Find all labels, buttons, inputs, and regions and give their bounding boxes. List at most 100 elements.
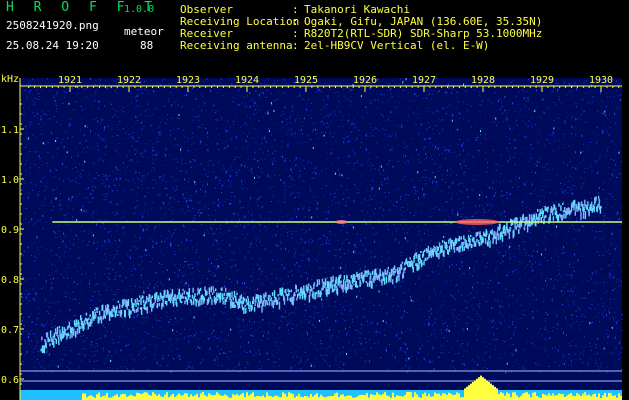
noise-speck: [43, 287, 44, 288]
noise-speck: [497, 369, 499, 371]
noise-speck: [415, 124, 417, 126]
noise-speck: [598, 368, 599, 370]
noise-speck: [364, 338, 366, 339]
noise-speck: [41, 110, 43, 112]
noise-speck: [67, 285, 69, 287]
noise-speck: [135, 171, 137, 174]
noise-speck: [407, 239, 409, 241]
noise-speck: [92, 186, 94, 188]
noise-speck: [320, 354, 322, 356]
noise-speck: [62, 322, 64, 324]
noise-speck: [298, 346, 300, 348]
noise-speck: [149, 312, 151, 314]
noise-speck: [163, 341, 165, 343]
noise-speck: [262, 282, 264, 284]
noise-speck: [420, 284, 422, 286]
noise-speck: [595, 346, 597, 348]
noise-speck: [204, 105, 206, 106]
noise-speck: [255, 142, 257, 144]
noise-speck: [584, 167, 586, 169]
noise-speck: [200, 188, 202, 190]
noise-speck: [143, 290, 144, 292]
noise-speck: [619, 351, 621, 353]
noise-speck: [597, 337, 599, 340]
noise-speck: [314, 167, 316, 169]
noise-speck: [233, 159, 235, 161]
noise-speck: [505, 371, 507, 374]
noise-speck: [291, 134, 293, 135]
noise-speck: [218, 148, 220, 150]
noise-speck: [344, 309, 346, 311]
noise-speck: [599, 321, 601, 323]
noise-speck: [92, 189, 94, 191]
noise-speck: [214, 187, 216, 189]
noise-speck: [310, 102, 312, 104]
noise-speck: [120, 200, 122, 202]
noise-speck: [94, 100, 96, 102]
noise-speck: [95, 133, 97, 135]
noise-speck: [487, 262, 489, 264]
noise-speck: [349, 162, 351, 164]
noise-speck: [516, 198, 518, 200]
noise-speck: [617, 211, 619, 214]
noise-speck: [487, 286, 489, 288]
noise-speck: [114, 279, 116, 280]
noise-speck: [300, 115, 302, 117]
noise-speck: [219, 336, 221, 338]
noise-speck: [408, 357, 410, 360]
noise-speck: [117, 111, 119, 112]
noise-speck: [225, 171, 227, 174]
noise-speck: [112, 339, 114, 341]
noise-speck: [191, 366, 193, 368]
noise-speck: [65, 156, 67, 158]
noise-speck: [448, 265, 450, 268]
noise-speck: [361, 175, 363, 177]
noise-speck: [501, 106, 503, 107]
noise-speck: [275, 234, 277, 237]
noise-speck: [461, 88, 463, 90]
noise-speck: [65, 224, 67, 226]
noise-speck: [295, 350, 297, 352]
noise-speck: [609, 253, 611, 255]
noise-speck: [146, 333, 148, 335]
noise-speck: [578, 155, 580, 157]
noise-speck: [83, 148, 85, 150]
noise-speck: [445, 270, 447, 272]
noise-speck: [122, 232, 124, 234]
noise-speck: [370, 189, 372, 191]
noise-speck: [112, 107, 114, 109]
noise-speck: [148, 156, 150, 158]
noise-speck: [404, 161, 406, 163]
noise-speck: [179, 248, 181, 250]
noise-speck: [590, 164, 592, 166]
noise-speck: [306, 230, 307, 232]
noise-speck: [437, 144, 439, 146]
noise-speck: [603, 336, 605, 338]
noise-speck: [63, 179, 65, 181]
noise-speck: [444, 150, 446, 151]
noise-speck: [140, 152, 142, 154]
noise-speck: [202, 101, 204, 103]
noise-speck: [560, 182, 562, 184]
noise-speck: [213, 329, 215, 332]
noise-speck: [450, 365, 452, 367]
noise-speck: [448, 104, 450, 106]
noise-speck: [259, 354, 261, 356]
noise-speck: [103, 193, 105, 195]
noise-speck: [330, 152, 332, 155]
noise-speck: [461, 261, 463, 264]
noise-speck: [338, 367, 340, 369]
noise-speck: [606, 217, 608, 218]
noise-speck: [359, 331, 360, 333]
noise-speck: [370, 220, 372, 221]
noise-speck: [556, 314, 558, 316]
noise-speck: [322, 161, 324, 163]
noise-speck: [620, 281, 622, 283]
noise-speck: [278, 200, 280, 202]
noise-speck: [196, 244, 198, 246]
noise-speck: [380, 113, 382, 115]
noise-speck: [154, 229, 156, 231]
noise-speck: [152, 202, 154, 203]
noise-speck: [28, 80, 30, 82]
noise-speck: [456, 174, 458, 176]
